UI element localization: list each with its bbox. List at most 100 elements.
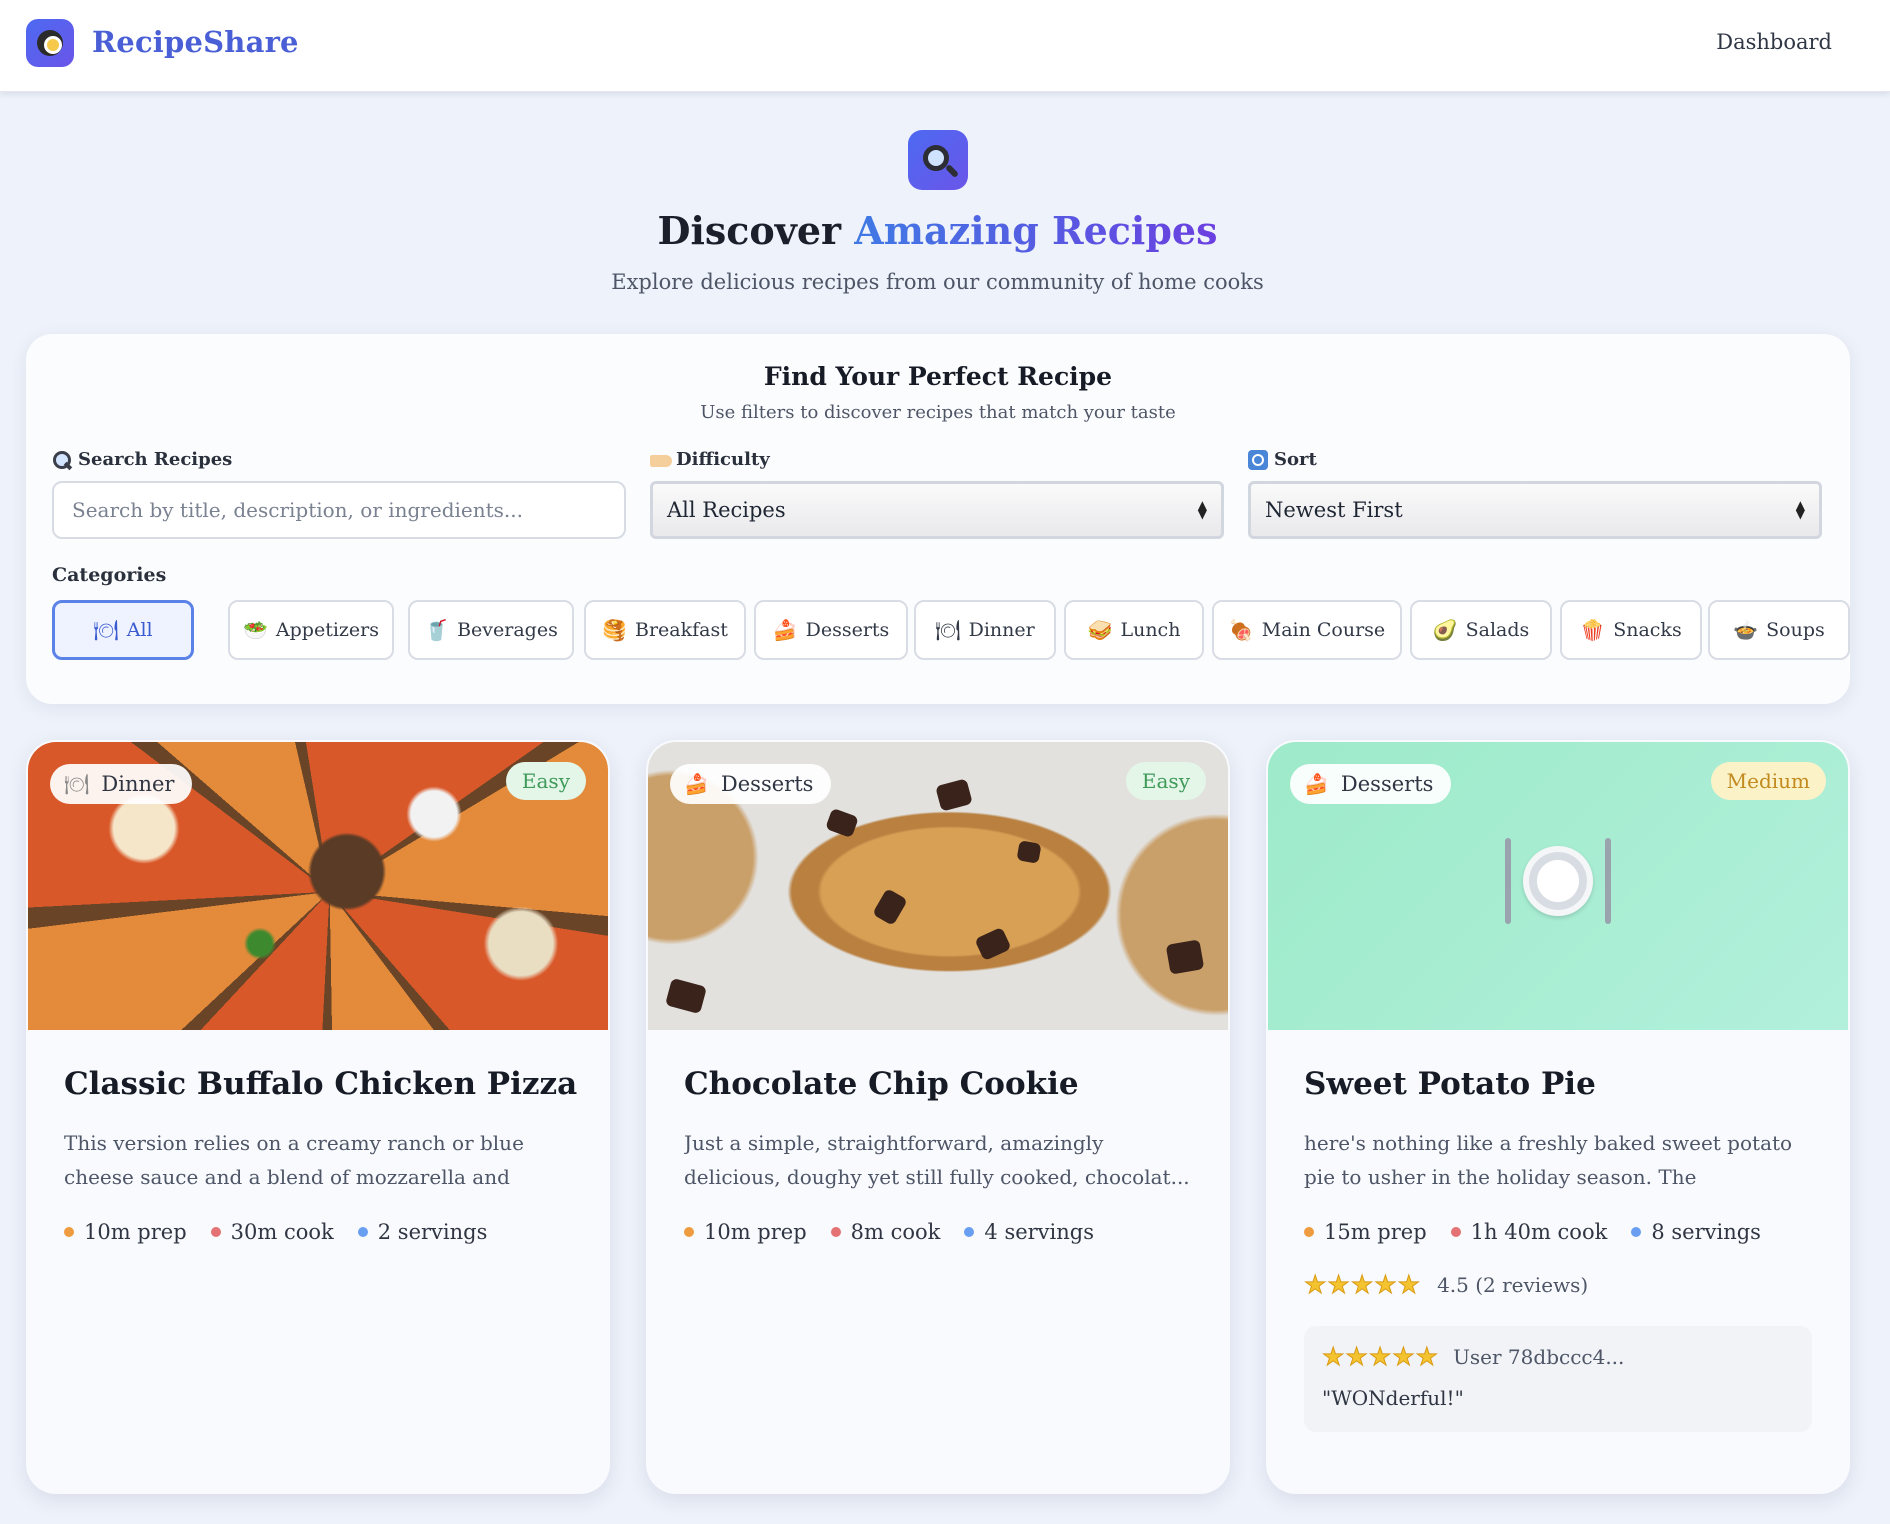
category-chip-appetizers[interactable]: 🥗 Appetizers	[228, 600, 394, 660]
popcorn-icon: 🍿	[1580, 618, 1606, 642]
recipe-meta: 15m prep 1h 40m cook 8 servings	[1304, 1220, 1761, 1244]
plate-icon: 🍽	[64, 772, 90, 796]
category-badge: 🍰 Desserts	[1290, 764, 1452, 804]
sort-select[interactable]: Newest First ▲ ▼	[1248, 481, 1822, 539]
cook-dot-icon	[210, 1227, 221, 1237]
chip-label: Appetizers	[275, 619, 379, 641]
difficulty-select[interactable]: All Recipes ▲ ▼	[650, 481, 1224, 539]
category-badge-label: Desserts	[720, 772, 814, 796]
brand-name[interactable]: RecipeShare	[92, 25, 299, 59]
filter-panel: Find Your Perfect Recipe Use filters to …	[26, 334, 1850, 704]
chip-label: Desserts	[805, 619, 890, 641]
rating-text: 4.5 (2 reviews)	[1437, 1272, 1589, 1297]
servings-dot-icon	[357, 1227, 368, 1237]
chip-label: Dinner	[968, 619, 1035, 641]
difficulty-label-text: Difficulty	[676, 449, 770, 470]
chip-label: Snacks	[1613, 619, 1682, 641]
select-arrows-icon: ▲ ▼	[1795, 498, 1805, 521]
cook-dot-icon	[1450, 1227, 1461, 1237]
cake-icon: 🍰	[1304, 772, 1329, 796]
difficulty-label: Difficulty	[650, 449, 770, 470]
category-badge: 🍽 Dinner	[50, 764, 193, 804]
category-chip-dinner[interactable]: 🍽 Dinner	[914, 600, 1056, 660]
chip-label: Main Course	[1261, 619, 1386, 641]
difficulty-value: All Recipes	[667, 498, 786, 522]
category-badge-label: Dinner	[101, 772, 175, 796]
chip-label: All	[126, 619, 153, 641]
logo-icon[interactable]	[26, 19, 74, 67]
sandwich-icon: 🥪	[1087, 618, 1113, 642]
cook-time: 1h 40m cook	[1470, 1220, 1608, 1244]
sort-icon	[1248, 449, 1268, 470]
review-text: "WONderful!"	[1322, 1386, 1464, 1410]
page-subtitle: Explore delicious recipes from our commu…	[611, 270, 1264, 294]
difficulty-badge: Easy	[505, 762, 586, 800]
dashboard-link[interactable]: Dashboard	[1716, 30, 1832, 54]
category-chip-main-course[interactable]: 🍖 Main Course	[1212, 600, 1402, 660]
recipe-meta: 10m prep 30m cook 2 servings	[64, 1220, 487, 1244]
chip-label: Breakfast	[635, 619, 728, 641]
servings: 8 servings	[1651, 1220, 1761, 1244]
difficulty-badge: Easy	[1125, 762, 1206, 800]
category-chip-breakfast[interactable]: 🥞 Breakfast	[584, 600, 746, 660]
recipe-card[interactable]: 🍰 Desserts Easy Chocolate Chip Cookie Ju…	[646, 740, 1230, 1494]
cook-time: 8m cook	[850, 1220, 941, 1244]
pancake-icon: 🥞	[602, 618, 627, 642]
star-rating-icon: ★★★★★	[1303, 1270, 1422, 1300]
plate-icon: 🍽	[93, 618, 119, 642]
plate-utensils-icon	[1505, 838, 1611, 924]
recipe-description: here's nothing like a freshly baked swee…	[1304, 1131, 1793, 1189]
chip-label: Beverages	[457, 619, 558, 641]
categories-label: Categories	[52, 564, 167, 586]
category-chip-desserts[interactable]: 🍰 Desserts	[754, 600, 908, 660]
sort-label: Sort	[1248, 449, 1317, 470]
soup-icon: 🍲	[1733, 618, 1759, 642]
page-title: Discover Amazing Recipes	[0, 208, 1875, 253]
category-chip-all[interactable]: 🍽 All	[52, 600, 194, 660]
search-input[interactable]	[52, 481, 626, 539]
sort-label-text: Sort	[1274, 449, 1317, 470]
prep-time: 15m prep	[1324, 1220, 1427, 1244]
prep-time: 10m prep	[84, 1220, 187, 1244]
prep-time: 10m prep	[704, 1220, 807, 1244]
servings: 2 servings	[377, 1220, 488, 1244]
review-user: User 78dbccc4...	[1453, 1344, 1625, 1369]
chip-label: Lunch	[1120, 619, 1181, 641]
title-prefix: Discover	[657, 208, 842, 253]
prep-dot-icon	[1304, 1227, 1314, 1237]
recipe-title[interactable]: Sweet Potato Pie	[1304, 1066, 1596, 1102]
meat-icon: 🍖	[1228, 618, 1254, 642]
prep-dot-icon	[64, 1227, 74, 1237]
category-chip-snacks[interactable]: 🍿 Snacks	[1560, 600, 1702, 660]
category-chip-lunch[interactable]: 🥪 Lunch	[1064, 600, 1204, 660]
filter-subtitle: Use filters to discover recipes that mat…	[700, 402, 1176, 423]
filter-title: Find Your Perfect Recipe	[763, 362, 1113, 391]
recipe-title[interactable]: Chocolate Chip Cookie	[684, 1066, 1079, 1102]
drink-icon: 🥤	[424, 618, 450, 642]
tag-icon	[650, 450, 672, 470]
recipe-card[interactable]: 🍽 Dinner Easy Classic Buffalo Chicken Pi…	[26, 740, 610, 1494]
category-chip-salads[interactable]: 🥑 Salads	[1410, 600, 1552, 660]
star-rating-icon: ★★★★★	[1321, 1342, 1440, 1372]
search-icon	[908, 130, 968, 190]
recipe-rating: ★★★★★ 4.5 (2 reviews)	[1303, 1270, 1589, 1300]
difficulty-badge: Medium	[1710, 762, 1826, 800]
appetizer-icon: 🥗	[243, 618, 268, 642]
review-preview: ★★★★★ User 78dbccc4... "WONderful!"	[1304, 1326, 1812, 1432]
cake-icon: 🍰	[772, 618, 798, 642]
cook-time: 30m cook	[230, 1220, 334, 1244]
category-chip-soups[interactable]: 🍲 Soups	[1708, 600, 1850, 660]
recipe-card[interactable]: 🍰 Desserts Medium Sweet Potato Pie here'…	[1266, 740, 1850, 1494]
category-chip-beverages[interactable]: 🥤 Beverages	[408, 600, 574, 660]
select-arrows-icon: ▲ ▼	[1197, 498, 1207, 521]
servings-dot-icon	[964, 1227, 975, 1237]
title-highlight: Amazing Recipes	[854, 208, 1218, 253]
plate-icon: 🍽	[935, 618, 961, 642]
recipe-description: This version relies on a creamy ranch or…	[64, 1131, 524, 1189]
search-label: Search Recipes	[52, 449, 232, 470]
salad-icon: 🥑	[1432, 618, 1458, 642]
top-navbar: RecipeShare Dashboard	[0, 0, 1890, 92]
cake-icon: 🍰	[684, 772, 709, 796]
recipe-title[interactable]: Classic Buffalo Chicken Pizza	[64, 1066, 577, 1102]
sort-value: Newest First	[1265, 498, 1403, 522]
